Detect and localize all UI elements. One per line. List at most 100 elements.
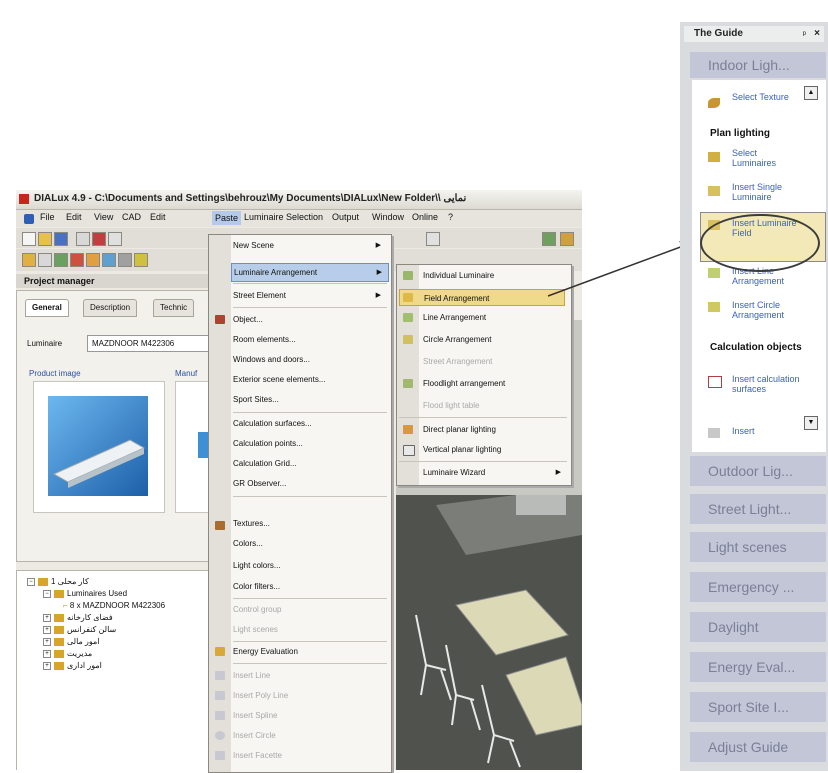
menu-cad[interactable]: CAD bbox=[122, 212, 141, 222]
line-icon bbox=[215, 671, 225, 680]
menu-item-colors[interactable]: Colors... bbox=[233, 535, 387, 552]
menu-item-room-elements[interactable]: Room elements... bbox=[233, 331, 387, 348]
menu-output[interactable]: Output bbox=[332, 212, 359, 222]
menu-help[interactable]: ? bbox=[448, 212, 453, 222]
tree-node-luminaire[interactable]: ⌐ 8 x MAZDNOOR M422306 bbox=[63, 601, 165, 610]
menu-item-circle-arrangement[interactable]: Circle Arrangement bbox=[423, 331, 567, 348]
guide-link-select-texture[interactable]: Select Texture bbox=[732, 92, 800, 102]
street-icon[interactable] bbox=[54, 253, 68, 267]
guide-section-sport-site[interactable]: Sport Site I... bbox=[690, 692, 826, 722]
open-folder-icon[interactable] bbox=[38, 232, 52, 246]
menu-item-line-arrangement[interactable]: Line Arrangement bbox=[423, 309, 567, 326]
tree-node-room[interactable]: + سالن کنفرانس bbox=[43, 625, 116, 634]
tree-node-room[interactable]: + فضای کارخانه bbox=[43, 613, 113, 622]
guide-section-energy-evaluation[interactable]: Energy Eval... bbox=[690, 652, 826, 682]
menu-item-windows-doors[interactable]: Windows and doors... bbox=[233, 351, 387, 368]
tree-node-room[interactable]: + امور مالی bbox=[43, 637, 100, 646]
menu-item-object[interactable]: Object... bbox=[233, 311, 387, 328]
pdf-icon[interactable] bbox=[92, 232, 106, 246]
guide-section-outdoor-lighting[interactable]: Outdoor Lig... bbox=[690, 456, 826, 486]
guide-section-indoor-lighting[interactable]: Indoor Ligh... bbox=[690, 52, 826, 78]
menu-item-sport-sites[interactable]: Sport Sites... bbox=[233, 391, 387, 408]
menu-window[interactable]: Window bbox=[372, 212, 404, 222]
guide-section-daylight[interactable]: Daylight bbox=[690, 612, 826, 642]
menu-edit-2[interactable]: Edit bbox=[150, 212, 166, 222]
guide-link-insert-single-luminaire[interactable]: Insert Single Luminaire bbox=[732, 182, 800, 202]
guide-heading-calculation-objects: Calculation objects bbox=[710, 342, 802, 353]
menu-item-calculation-surfaces[interactable]: Calculation surfaces... bbox=[233, 415, 387, 432]
furniture-icon[interactable] bbox=[86, 253, 100, 267]
menu-file[interactable]: File bbox=[40, 212, 55, 222]
room-icon[interactable] bbox=[22, 253, 36, 267]
guide-section-light-scenes[interactable]: Light scenes bbox=[690, 532, 826, 562]
exterior-icon[interactable] bbox=[38, 253, 52, 267]
menu-item-control-group: Control group bbox=[233, 605, 282, 614]
menu-item-vertical-planar-lighting[interactable]: Vertical planar lighting bbox=[423, 441, 567, 458]
menu-item-direct-planar-lighting[interactable]: Direct planar lighting bbox=[423, 421, 567, 438]
luminaire-icon[interactable] bbox=[70, 253, 84, 267]
menu-item-calculation-points[interactable]: Calculation points... bbox=[233, 435, 387, 452]
menu-item-color-filters[interactable]: Color filters... bbox=[233, 578, 387, 595]
3d-view[interactable] bbox=[396, 455, 582, 770]
menu-item-exterior-scene-elements[interactable]: Exterior scene elements... bbox=[233, 371, 387, 388]
misc-icon[interactable] bbox=[134, 253, 148, 267]
app-menu-icon[interactable] bbox=[24, 214, 34, 224]
print-icon[interactable] bbox=[76, 232, 90, 246]
menu-paste[interactable]: Paste bbox=[212, 211, 242, 225]
circle-arrangement-icon bbox=[708, 302, 720, 312]
scroll-down-icon[interactable]: ▼ bbox=[804, 416, 818, 430]
menu-item-new-scene[interactable]: New Scene ▶ bbox=[233, 237, 387, 254]
close-icon[interactable]: × bbox=[814, 26, 820, 42]
scroll-up-icon[interactable]: ▲ bbox=[804, 86, 818, 100]
menu-online[interactable]: Online bbox=[412, 212, 438, 222]
folder-icon bbox=[54, 589, 64, 598]
menu-item-gr-observer[interactable]: GR Observer... bbox=[233, 475, 387, 492]
guide-link-insert-circle-arrangement[interactable]: Insert Circle Arrangement bbox=[732, 300, 800, 320]
menu-item-luminaire-arrangement[interactable]: Luminaire Arrangement ▶ bbox=[231, 263, 389, 282]
menu-edit[interactable]: Edit bbox=[66, 212, 82, 222]
floodlight-icon bbox=[403, 379, 413, 388]
guide-section-street-lighting[interactable]: Street Light... bbox=[690, 494, 826, 524]
cut-icon[interactable] bbox=[108, 232, 122, 246]
menu-item-floodlight-arrangement[interactable]: Floodlight arrangement bbox=[423, 375, 567, 392]
product-image bbox=[33, 381, 165, 513]
view-icon[interactable] bbox=[542, 232, 556, 246]
folder-icon bbox=[54, 613, 64, 622]
save-icon[interactable] bbox=[54, 232, 68, 246]
menu-view[interactable]: View bbox=[94, 212, 113, 222]
calc-icon[interactable] bbox=[102, 253, 116, 267]
tree-node-project[interactable]: − کار محلی 1 bbox=[27, 577, 89, 586]
new-file-icon[interactable] bbox=[22, 232, 36, 246]
tab-general[interactable]: General bbox=[25, 299, 69, 317]
guide-heading-plan-lighting: Plan lighting bbox=[710, 128, 770, 139]
render-icon[interactable] bbox=[560, 232, 574, 246]
menu-item-flood-light-table: Flood light table bbox=[423, 401, 480, 410]
guide-link-select-luminaires[interactable]: Select Luminaires bbox=[732, 148, 800, 168]
zoom-icon[interactable] bbox=[426, 232, 440, 246]
menu-luminaire-selection[interactable]: Luminaire Selection bbox=[244, 212, 323, 222]
tree-node-room[interactable]: + امور اداری bbox=[43, 661, 102, 670]
menu-item-energy-evaluation[interactable]: Energy Evaluation bbox=[233, 643, 387, 660]
tree-node-room[interactable]: + مدیریت bbox=[43, 649, 92, 658]
polyline-icon bbox=[215, 691, 225, 700]
tab-description[interactable]: Description bbox=[83, 299, 138, 317]
menu-item-individual-luminaire[interactable]: Individual Luminaire bbox=[423, 267, 567, 284]
menu-item-luminaire-wizard[interactable]: Luminaire Wizard ▶ bbox=[423, 464, 567, 481]
single-luminaire-icon bbox=[708, 186, 720, 196]
menu-item-calculation-grid[interactable]: Calculation Grid... bbox=[233, 455, 387, 472]
pin-icon[interactable]: ᵖ bbox=[803, 26, 806, 42]
manufacturer-label: Manuf bbox=[175, 369, 198, 378]
guide-section-adjust-guide[interactable]: Adjust Guide bbox=[690, 732, 826, 762]
object-icon bbox=[215, 315, 225, 324]
menu-item-textures[interactable]: Textures... bbox=[233, 515, 387, 532]
guide-section-emergency[interactable]: Emergency ... bbox=[690, 572, 826, 602]
luminaire-name-field[interactable]: MAZDNOOR M422306 bbox=[87, 335, 213, 352]
menu-item-light-colors[interactable]: Light colors... bbox=[233, 557, 387, 574]
menu-item-field-arrangement[interactable]: Field Arrangement bbox=[399, 289, 565, 306]
guide-link-insert-calculation-surfaces[interactable]: Insert calculation surfaces bbox=[732, 374, 800, 394]
tree-node-luminaires-used[interactable]: − Luminaires Used bbox=[43, 589, 127, 598]
guide-link-insert[interactable]: Insert bbox=[732, 426, 800, 436]
tab-technical[interactable]: Technic bbox=[153, 299, 195, 317]
menu-item-street-element[interactable]: Street Element ▶ bbox=[233, 287, 387, 304]
output-icon[interactable] bbox=[118, 253, 132, 267]
